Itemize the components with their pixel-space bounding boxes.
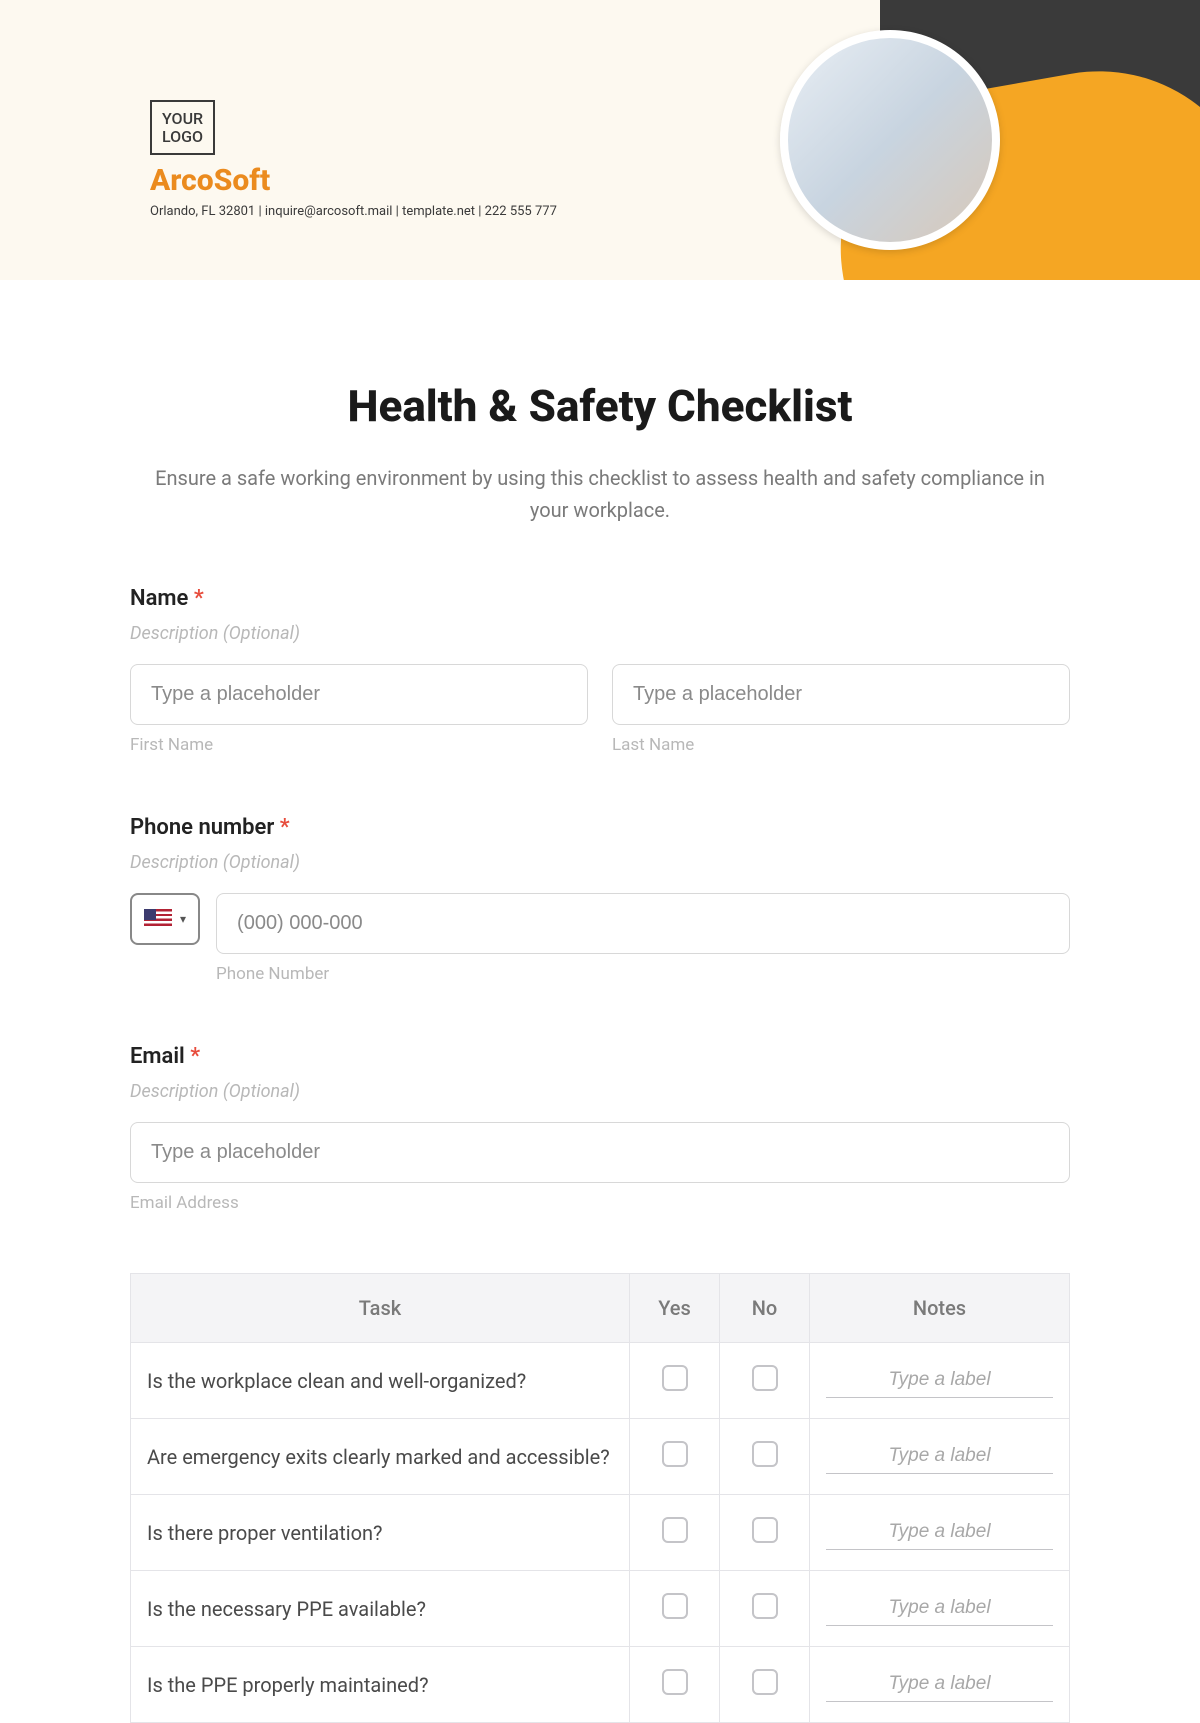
notes-input[interactable] [826, 1591, 1053, 1626]
phone-desc: Description (Optional) [130, 852, 1070, 873]
notes-input[interactable] [826, 1515, 1053, 1550]
table-row: Is the workplace clean and well-organize… [131, 1343, 1070, 1419]
phone-input[interactable] [216, 893, 1070, 954]
no-checkbox[interactable] [752, 1365, 778, 1391]
first-name-sublabel: First Name [130, 735, 588, 755]
field-email: Email * Description (Optional) Email Add… [130, 1044, 1070, 1213]
table-row: Is the PPE properly maintained? [131, 1647, 1070, 1723]
logo-line2: LOGO [162, 127, 203, 146]
last-name-input[interactable] [612, 664, 1070, 725]
logo-line1: YOUR [162, 109, 203, 128]
notes-input[interactable] [826, 1667, 1053, 1702]
no-checkbox[interactable] [752, 1441, 778, 1467]
col-no: No [720, 1274, 810, 1343]
decorative-shapes [680, 0, 1200, 280]
required-mark: * [190, 1044, 200, 1069]
yes-checkbox[interactable] [662, 1593, 688, 1619]
name-label: Name [130, 586, 188, 611]
task-cell: Is the PPE properly maintained? [131, 1647, 630, 1723]
yes-checkbox[interactable] [662, 1669, 688, 1695]
required-mark: * [280, 815, 290, 840]
no-checkbox[interactable] [752, 1517, 778, 1543]
field-name: Name * Description (Optional) First Name… [130, 586, 1070, 755]
page-title: Health & Safety Checklist [130, 380, 1070, 432]
yes-checkbox[interactable] [662, 1441, 688, 1467]
col-yes: Yes [630, 1274, 720, 1343]
checklist-table: Task Yes No Notes Is the workplace clean… [130, 1273, 1070, 1723]
brand-name: ArcoSoft [150, 163, 557, 198]
email-input[interactable] [130, 1122, 1070, 1183]
col-notes: Notes [810, 1274, 1070, 1343]
required-mark: * [194, 586, 204, 611]
yes-checkbox[interactable] [662, 1517, 688, 1543]
first-name-input[interactable] [130, 664, 588, 725]
table-row: Are emergency exits clearly marked and a… [131, 1419, 1070, 1495]
chevron-down-icon: ▾ [180, 912, 186, 926]
phone-sublabel: Phone Number [216, 964, 1070, 984]
table-row: Is there proper ventilation? [131, 1495, 1070, 1571]
name-desc: Description (Optional) [130, 623, 1070, 644]
header-banner: YOUR LOGO ArcoSoft Orlando, FL 32801 | i… [0, 0, 1200, 280]
no-checkbox[interactable] [752, 1593, 778, 1619]
task-cell: Is the necessary PPE available? [131, 1571, 630, 1647]
us-flag-icon [144, 909, 172, 929]
table-row: Is the necessary PPE available? [131, 1571, 1070, 1647]
no-checkbox[interactable] [752, 1669, 778, 1695]
last-name-sublabel: Last Name [612, 735, 1070, 755]
task-cell: Is the workplace clean and well-organize… [131, 1343, 630, 1419]
country-code-select[interactable]: ▾ [130, 893, 200, 945]
task-cell: Is there proper ventilation? [131, 1495, 630, 1571]
col-task: Task [131, 1274, 630, 1343]
notes-input[interactable] [826, 1439, 1053, 1474]
email-sublabel: Email Address [130, 1193, 1070, 1213]
email-label: Email [130, 1044, 185, 1069]
yes-checkbox[interactable] [662, 1365, 688, 1391]
task-cell: Are emergency exits clearly marked and a… [131, 1419, 630, 1495]
page-subtitle: Ensure a safe working environment by usi… [130, 462, 1070, 526]
email-desc: Description (Optional) [130, 1081, 1070, 1102]
phone-label: Phone number [130, 815, 274, 840]
brand-meta: Orlando, FL 32801 | inquire@arcosoft.mai… [150, 204, 557, 219]
hero-photo [780, 30, 1000, 250]
field-phone: Phone number * Description (Optional) ▾ … [130, 815, 1070, 984]
notes-input[interactable] [826, 1363, 1053, 1398]
logo-placeholder: YOUR LOGO [150, 100, 215, 155]
